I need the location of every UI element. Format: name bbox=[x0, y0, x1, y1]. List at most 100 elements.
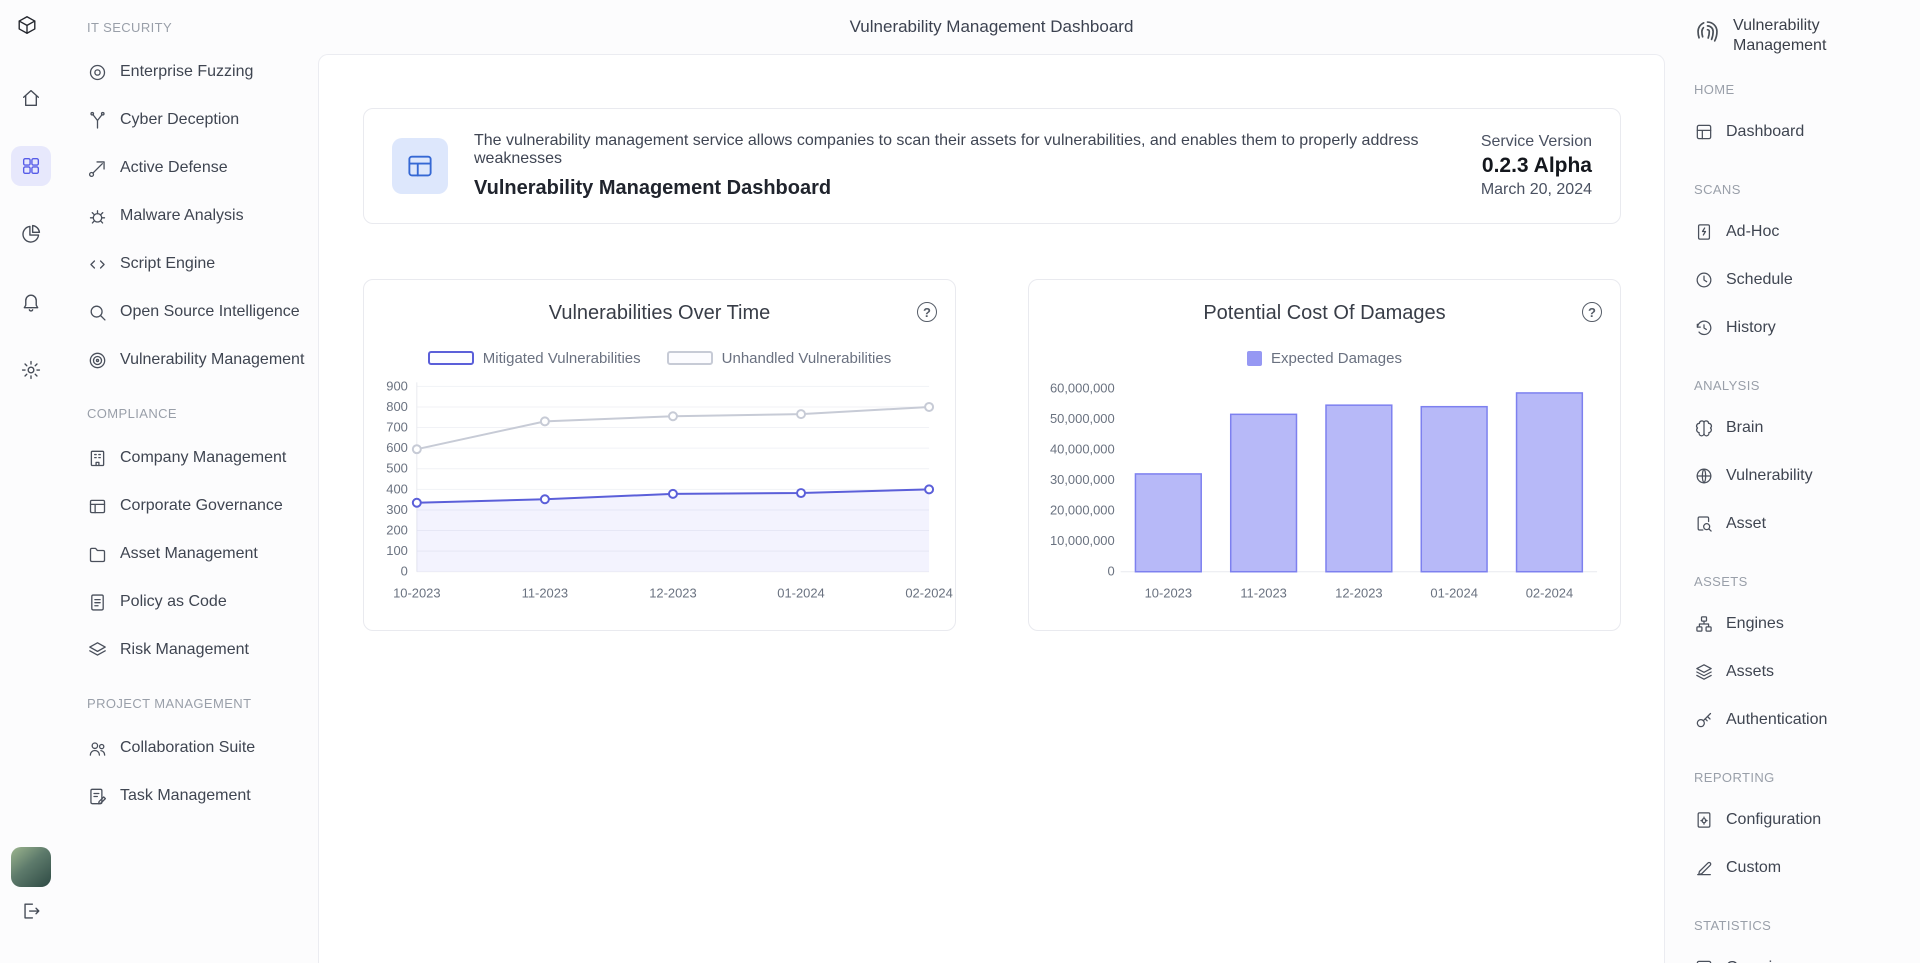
sidebar-item-open-source-intelligence[interactable]: Open Source Intelligence bbox=[87, 288, 310, 336]
logo-icon bbox=[16, 14, 38, 36]
sidebar-item-corporate-governance[interactable]: Corporate Governance bbox=[87, 482, 310, 530]
chart-legend: Mitigated Vulnerabilities Unhandled Vulne… bbox=[364, 350, 955, 366]
legend-label: Unhandled Vulnerabilities bbox=[722, 350, 892, 367]
config-icon bbox=[1694, 810, 1714, 830]
sidebar-item-label: Corporate Governance bbox=[120, 497, 283, 515]
main-column: Vulnerability Management Dashboard The v… bbox=[318, 0, 1665, 963]
service-item-brain[interactable]: Brain bbox=[1694, 404, 1914, 452]
service-item-custom[interactable]: Custom bbox=[1694, 844, 1914, 892]
people-icon bbox=[87, 738, 108, 759]
sidebar-item-label: Open Source Intelligence bbox=[120, 303, 300, 321]
service-section-title: SCANS bbox=[1694, 182, 1914, 202]
table-grid-icon bbox=[405, 151, 435, 181]
sidebar-item-label: Policy as Code bbox=[120, 593, 227, 611]
rail-top-group bbox=[11, 14, 51, 418]
sidebar-item-company-management[interactable]: Company Management bbox=[87, 434, 310, 482]
service-item-engines[interactable]: Engines bbox=[1694, 600, 1914, 648]
sidebar-item-asset-management[interactable]: Asset Management bbox=[87, 530, 310, 578]
sidebar-item-task-management[interactable]: Task Management bbox=[87, 772, 310, 820]
home-icon bbox=[20, 87, 42, 109]
service-item-label: Vulnerability bbox=[1726, 467, 1813, 485]
rail-analytics-button[interactable] bbox=[11, 214, 51, 254]
banner-grid-icon bbox=[405, 151, 435, 181]
service-item-configuration[interactable]: Configuration bbox=[1694, 796, 1914, 844]
user-avatar[interactable] bbox=[11, 847, 51, 887]
route-icon bbox=[87, 158, 108, 179]
fingerprint-icon bbox=[1694, 18, 1721, 45]
globe-icon bbox=[1694, 466, 1714, 486]
adhoc-icon bbox=[1694, 222, 1714, 242]
svg-text:0: 0 bbox=[401, 564, 408, 579]
engines-icon bbox=[1694, 614, 1714, 634]
sidebar-item-cyber-deception[interactable]: Cyber Deception bbox=[87, 96, 310, 144]
logout-button[interactable] bbox=[11, 891, 51, 931]
service-item-label: Overview bbox=[1726, 959, 1793, 963]
sidebar-item-vulnerability-management[interactable]: Vulnerability Management bbox=[87, 336, 310, 384]
service-section-title: ASSETS bbox=[1694, 574, 1914, 594]
sidebar-item-risk-management[interactable]: Risk Management bbox=[87, 626, 310, 674]
search-icon bbox=[87, 302, 108, 323]
svg-text:0: 0 bbox=[1108, 564, 1115, 579]
svg-text:40,000,000: 40,000,000 bbox=[1050, 441, 1115, 456]
service-item-label: Assets bbox=[1726, 663, 1774, 681]
service-item-assets[interactable]: Assets bbox=[1694, 648, 1914, 696]
icon-rail bbox=[0, 0, 61, 963]
chart-title: Vulnerabilities Over Time bbox=[364, 302, 955, 326]
service-version-value: 0.2.3 Alpha bbox=[1481, 154, 1592, 178]
svg-text:02-2024: 02-2024 bbox=[905, 586, 952, 601]
sidebar-item-active-defense[interactable]: Active Defense bbox=[87, 144, 310, 192]
rail-notifications-button[interactable] bbox=[11, 282, 51, 322]
service-section-title: STATISTICS bbox=[1694, 918, 1914, 938]
help-icon[interactable]: ? bbox=[917, 302, 937, 322]
radar-icon bbox=[87, 350, 108, 371]
rail-dashboard-button[interactable] bbox=[11, 146, 51, 186]
service-item-label: Dashboard bbox=[1726, 123, 1804, 141]
right-sidebar: Vulnerability Management HOMEDashboardSC… bbox=[1665, 0, 1920, 963]
svg-text:12-2023: 12-2023 bbox=[649, 586, 696, 601]
line-chart: 010020030040050060070080090010-202311-20… bbox=[364, 376, 955, 608]
service-item-asset[interactable]: Asset bbox=[1694, 500, 1914, 548]
sidebar-item-label: Company Management bbox=[120, 449, 286, 467]
sidebar-item-script-engine[interactable]: Script Engine bbox=[87, 240, 310, 288]
sidebar-item-enterprise-fuzzing[interactable]: Enterprise Fuzzing bbox=[87, 48, 310, 96]
service-item-history[interactable]: History bbox=[1694, 304, 1914, 352]
sidebar-item-collaboration-suite[interactable]: Collaboration Suite bbox=[87, 724, 310, 772]
dashboard-icon bbox=[1694, 122, 1714, 142]
service-item-label: Schedule bbox=[1726, 271, 1793, 289]
service-section-home: HOMEDashboard bbox=[1694, 82, 1914, 156]
overview-icon bbox=[1694, 958, 1714, 963]
rail-bottom-group bbox=[11, 847, 51, 959]
service-item-overview[interactable]: Overview bbox=[1694, 944, 1914, 963]
branch-icon bbox=[87, 110, 108, 131]
service-item-vulnerability[interactable]: Vulnerability bbox=[1694, 452, 1914, 500]
page-title: Vulnerability Management Dashboard bbox=[850, 17, 1134, 37]
task-icon bbox=[87, 786, 108, 807]
content-panel: The vulnerability management service all… bbox=[318, 54, 1665, 963]
service-item-ad-hoc[interactable]: Ad-Hoc bbox=[1694, 208, 1914, 256]
service-item-label: Custom bbox=[1726, 859, 1781, 877]
legend-item: Unhandled Vulnerabilities bbox=[667, 350, 892, 367]
service-item-authentication[interactable]: Authentication bbox=[1694, 696, 1914, 744]
rail-home-button[interactable] bbox=[11, 78, 51, 118]
target-icon bbox=[87, 62, 108, 83]
rail-settings-button[interactable] bbox=[11, 350, 51, 390]
service-item-dashboard[interactable]: Dashboard bbox=[1694, 108, 1914, 156]
sidebar-item-policy-as-code[interactable]: Policy as Code bbox=[87, 578, 310, 626]
service-section-analysis: ANALYSISBrainVulnerabilityAsset bbox=[1694, 378, 1914, 548]
clock-icon bbox=[1694, 270, 1714, 290]
help-icon[interactable]: ? bbox=[1582, 302, 1602, 322]
svg-text:30,000,000: 30,000,000 bbox=[1050, 472, 1115, 487]
service-item-label: History bbox=[1726, 319, 1776, 337]
sidebar-item-label: Vulnerability Management bbox=[120, 351, 304, 369]
legend-label: Mitigated Vulnerabilities bbox=[483, 350, 641, 367]
service-item-label: Ad-Hoc bbox=[1726, 223, 1779, 241]
service-section-reporting: REPORTINGConfigurationCustom bbox=[1694, 770, 1914, 892]
layers-icon bbox=[1694, 662, 1714, 682]
asset-search-icon bbox=[1694, 514, 1714, 534]
folder-icon bbox=[87, 544, 108, 565]
sidebar-item-malware-analysis[interactable]: Malware Analysis bbox=[87, 192, 310, 240]
service-item-schedule[interactable]: Schedule bbox=[1694, 256, 1914, 304]
page-header: Vulnerability Management Dashboard bbox=[318, 0, 1665, 54]
grid-icon bbox=[20, 155, 42, 177]
left-sidebar: IT SECURITYEnterprise FuzzingCyber Decep… bbox=[61, 0, 318, 963]
